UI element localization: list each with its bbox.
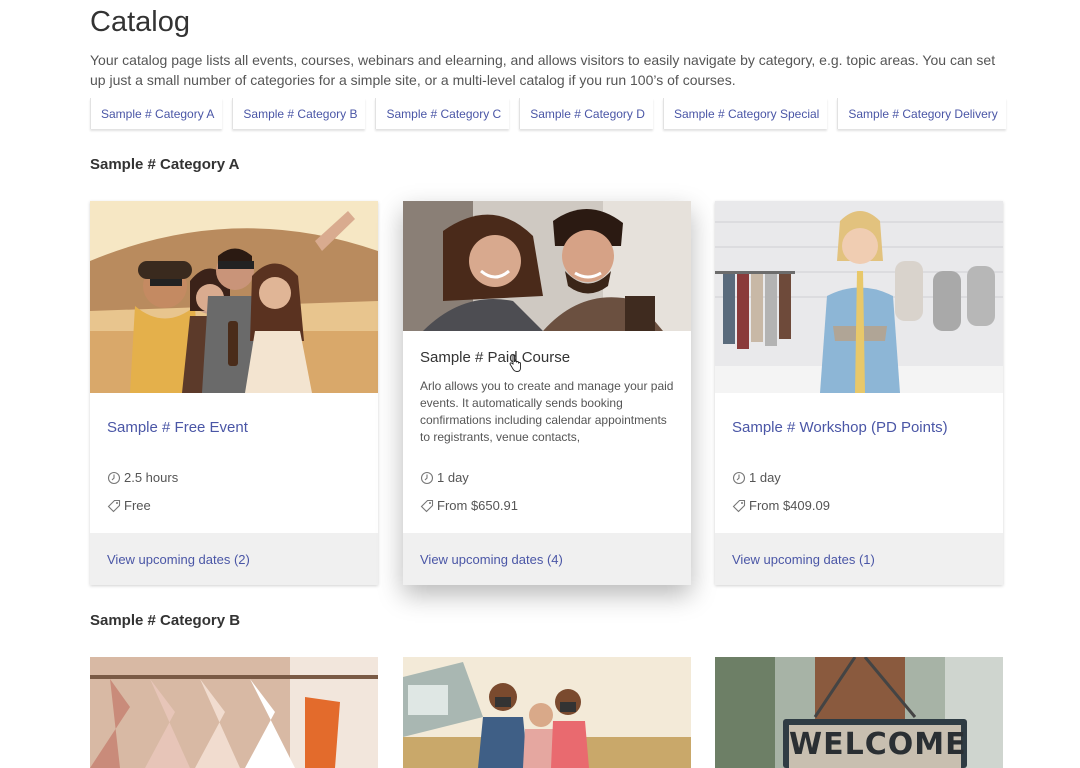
price-tag-icon — [732, 499, 746, 512]
card-title-free-event[interactable]: Sample # Free Event — [107, 419, 248, 436]
category-tab-b[interactable]: Sample # Category B — [232, 98, 366, 129]
catalog-intro: Your catalog page lists all events, cour… — [90, 52, 996, 88]
couple-laughing-photo[interactable] — [403, 201, 691, 331]
price-tag-icon — [420, 499, 434, 512]
category-tab-a[interactable]: Sample # Category A — [90, 98, 223, 129]
clock-icon — [107, 471, 121, 484]
category-tab-delivery[interactable]: Sample # Category Delivery — [837, 98, 1006, 129]
kids-camera-photo[interactable] — [403, 657, 691, 768]
view-upcoming-dates-link[interactable]: View upcoming dates (2) — [107, 552, 250, 567]
event-card-free-event[interactable]: Sample # Free Event 2.5 hours Free View … — [90, 201, 378, 585]
card-footer: View upcoming dates (4) — [403, 533, 691, 585]
card-footer: View upcoming dates (2) — [90, 533, 378, 585]
section-heading-category-b: Sample # Category B — [90, 612, 241, 629]
price-row: From $650.91 — [420, 498, 518, 513]
clock-icon — [420, 471, 434, 484]
hand-cursor-icon — [509, 355, 521, 372]
section-heading-category-a: Sample # Category A — [90, 156, 240, 173]
price-row: Free — [107, 498, 151, 513]
page-title: Catalog — [90, 6, 190, 38]
price-value: From $650.91 — [437, 498, 518, 513]
tailor-workshop-photo[interactable] — [715, 201, 1003, 393]
price-tag-icon — [107, 499, 121, 512]
duration-value: 1 day — [749, 470, 781, 485]
card-description: Arlo allows you to create and manage you… — [420, 379, 674, 444]
clock-icon — [732, 471, 746, 484]
duration-value: 2.5 hours — [124, 470, 179, 485]
card-footer: View upcoming dates (1) — [715, 533, 1003, 585]
welcome-sign-text: WELCOME — [789, 727, 967, 762]
price-value: Free — [124, 498, 151, 513]
clothes-rack-photo[interactable] — [90, 657, 378, 768]
welcome-sign-photo[interactable]: WELCOME — [715, 657, 1003, 768]
category-nav: Sample # Category A Sample # Category B … — [90, 98, 1006, 129]
duration-row: 1 day — [732, 470, 781, 485]
event-card-paid-course[interactable]: Sample # Paid Course Arlo allows you to … — [403, 201, 691, 585]
view-upcoming-dates-link[interactable]: View upcoming dates (1) — [732, 552, 875, 567]
category-tab-special[interactable]: Sample # Category Special — [662, 98, 828, 129]
card-title-paid-course[interactable]: Sample # Paid Course — [420, 349, 570, 366]
group-selfie-car-photo[interactable] — [90, 201, 378, 393]
price-value: From $409.09 — [749, 498, 830, 513]
duration-row: 2.5 hours — [107, 470, 178, 485]
duration-row: 1 day — [420, 470, 469, 485]
category-tab-d[interactable]: Sample # Category D — [519, 98, 653, 129]
event-card-workshop[interactable]: Sample # Workshop (PD Points) 1 day From… — [715, 201, 1003, 585]
duration-value: 1 day — [437, 470, 469, 485]
price-row: From $409.09 — [732, 498, 830, 513]
category-tab-c[interactable]: Sample # Category C — [375, 98, 510, 129]
view-upcoming-dates-link[interactable]: View upcoming dates (4) — [420, 552, 563, 567]
card-title-workshop[interactable]: Sample # Workshop (PD Points) — [732, 419, 948, 436]
